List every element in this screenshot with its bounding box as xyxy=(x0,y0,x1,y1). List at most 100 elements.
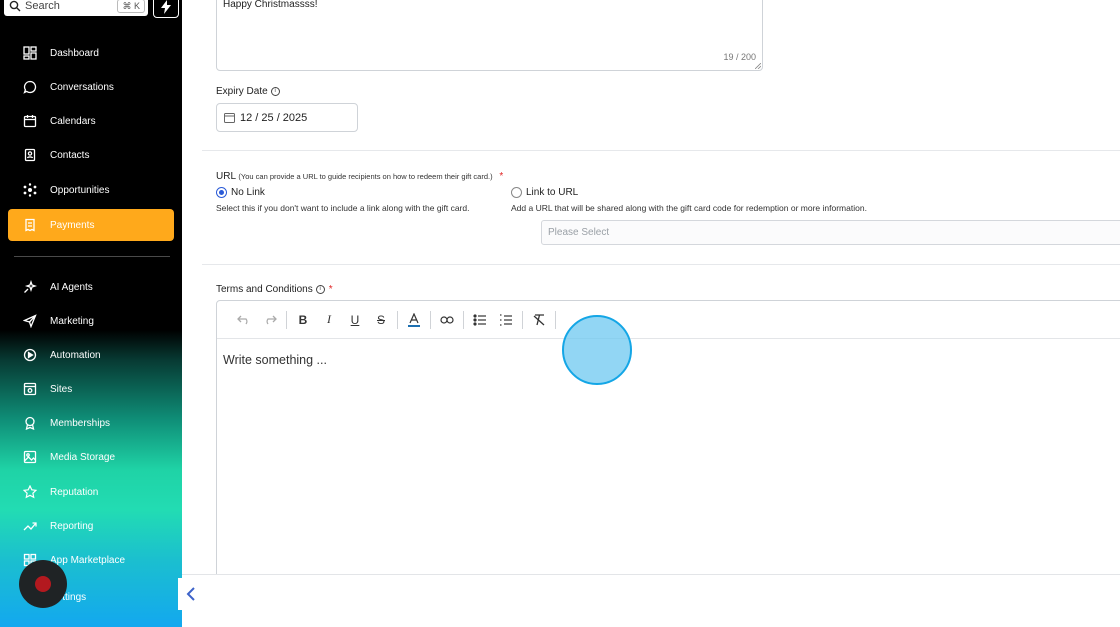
numbered-list-icon[interactable] xyxy=(493,309,519,331)
url-label: URL (You can provide a URL to guide reci… xyxy=(216,171,503,182)
url-select-placeholder: Please Select xyxy=(548,227,610,238)
sidebar-item-reputation[interactable]: Reputation xyxy=(8,476,174,508)
chat-bubble-icon xyxy=(22,79,38,95)
italic-icon[interactable]: I xyxy=(316,309,342,331)
expiry-date-input[interactable]: 12 / 25 / 2025 xyxy=(216,103,358,132)
star-icon xyxy=(22,484,38,500)
sidebar-item-ai-agents[interactable]: AI Agents xyxy=(8,271,174,303)
radio-link-to-url[interactable]: Link to URL xyxy=(511,187,578,198)
text-color-icon[interactable] xyxy=(401,309,427,331)
send-icon xyxy=(22,313,38,329)
sidebar-item-label: Contacts xyxy=(50,149,90,161)
sidebar-item-automation[interactable]: Automation xyxy=(8,339,174,371)
radio-link-to-url-label: Link to URL xyxy=(526,187,579,198)
radio-unselected-icon[interactable] xyxy=(511,187,522,198)
search-row: Search ⌘ K xyxy=(4,0,179,18)
sidebar-item-label: Opportunities xyxy=(50,184,110,196)
toolbar-separator xyxy=(397,310,398,329)
sidebar-item-label: Calendars xyxy=(50,115,96,127)
sidebar-item-label: Memberships xyxy=(50,417,111,429)
expiry-date-value: 12 / 25 / 2025 xyxy=(240,111,308,124)
required-asterisk: * xyxy=(328,284,333,295)
toolbar-separator xyxy=(463,310,464,329)
expiry-date-label: Expiry Date i xyxy=(216,86,280,97)
contact-book-icon xyxy=(22,147,38,163)
chevron-left-icon xyxy=(186,587,195,601)
toolbar-separator xyxy=(286,310,287,329)
search-icon xyxy=(9,0,21,12)
strikethrough-icon[interactable]: S xyxy=(368,309,394,331)
sidebar-item-media-storage[interactable]: Media Storage xyxy=(8,441,174,473)
sites-icon xyxy=(22,381,38,397)
quick-action-button[interactable] xyxy=(153,0,179,18)
url-label-text: URL xyxy=(216,171,236,182)
info-icon[interactable]: i xyxy=(270,87,280,96)
image-icon xyxy=(22,449,38,465)
sidebar-item-memberships[interactable]: Memberships xyxy=(8,407,174,439)
message-text: Happy Christmassss! xyxy=(223,0,318,10)
click-indicator xyxy=(562,315,632,385)
sidebar-item-label: Payments xyxy=(50,219,95,231)
bullet-list-icon[interactable] xyxy=(467,309,493,331)
search-input[interactable]: Search ⌘ K xyxy=(4,0,148,16)
trend-icon xyxy=(22,518,38,534)
sidebar-item-payments[interactable]: Payments xyxy=(8,209,174,241)
sidebar-item-calendars[interactable]: Calendars xyxy=(8,105,174,137)
underline-icon[interactable]: U xyxy=(342,309,368,331)
resize-grip-icon[interactable] xyxy=(755,63,761,69)
search-shortcut: ⌘ K xyxy=(117,0,145,13)
calendar-icon xyxy=(224,113,235,123)
radio-no-link-label: No Link xyxy=(231,187,265,198)
clear-format-icon[interactable] xyxy=(526,309,552,331)
search-placeholder: Search xyxy=(25,0,60,12)
sidebar-item-dashboard[interactable]: Dashboard xyxy=(8,37,174,69)
info-icon[interactable]: i xyxy=(315,285,325,294)
sidebar-item-opportunities[interactable]: Opportunities xyxy=(8,174,174,206)
sidebar-item-label: App Marketplace xyxy=(50,554,126,566)
section-divider xyxy=(202,264,1120,265)
calendar-icon xyxy=(22,113,38,129)
toolbar-separator xyxy=(522,310,523,329)
radio-selected-icon[interactable] xyxy=(216,187,227,198)
section-divider xyxy=(202,150,1120,151)
required-asterisk: * xyxy=(499,171,504,182)
sidebar-item-label: Automation xyxy=(50,349,101,361)
message-textarea[interactable]: Happy Christmassss! 19 / 200 xyxy=(216,0,763,71)
sidebar-item-label: Media Storage xyxy=(50,451,116,463)
sidebar-item-label: AI Agents xyxy=(50,281,93,293)
bottom-action-bar xyxy=(182,574,1120,627)
expiry-date-label-text: Expiry Date xyxy=(216,86,268,97)
character-counter: 19 / 200 xyxy=(723,52,756,62)
sidebar-item-label: Marketing xyxy=(50,315,94,327)
toolbar-separator xyxy=(430,310,431,329)
undo-icon[interactable] xyxy=(231,309,257,331)
sparkle-icon xyxy=(22,279,38,295)
opportunities-icon xyxy=(22,182,38,198)
sidebar-item-label: Sites xyxy=(50,383,73,395)
collapse-sidebar-button[interactable] xyxy=(178,578,204,610)
editor-toolbar: B I U S xyxy=(217,301,1120,339)
sidebar-item-conversations[interactable]: Conversations xyxy=(8,71,174,103)
terms-editor: B I U S Write something ... xyxy=(216,300,1120,590)
sidebar-item-label: Conversations xyxy=(50,81,114,93)
sidebar-item-label: Reporting xyxy=(50,520,94,532)
link-icon[interactable] xyxy=(434,309,460,331)
sidebar-item-sites[interactable]: Sites xyxy=(8,373,174,405)
link-to-url-description: Add a URL that will be shared along with… xyxy=(511,203,867,213)
sidebar-item-label: Dashboard xyxy=(50,47,99,59)
editor-placeholder[interactable]: Write something ... xyxy=(223,353,327,367)
record-dot-icon xyxy=(35,576,51,592)
record-button[interactable] xyxy=(19,560,67,608)
dashboard-icon xyxy=(22,45,38,61)
toolbar-separator xyxy=(555,310,556,329)
url-select[interactable]: Please Select xyxy=(541,220,1120,245)
lightning-bolt-icon xyxy=(161,0,171,14)
terms-label: Terms and Conditions i * xyxy=(216,284,333,295)
bold-icon[interactable]: B xyxy=(290,309,316,331)
sidebar: Search ⌘ K Dashboard Conversations Calen… xyxy=(0,0,182,627)
sidebar-item-contacts[interactable]: Contacts xyxy=(8,139,174,171)
sidebar-item-marketing[interactable]: Marketing xyxy=(8,305,174,337)
sidebar-item-reporting[interactable]: Reporting xyxy=(8,510,174,542)
radio-no-link[interactable]: No Link xyxy=(216,187,265,198)
redo-icon[interactable] xyxy=(257,309,283,331)
